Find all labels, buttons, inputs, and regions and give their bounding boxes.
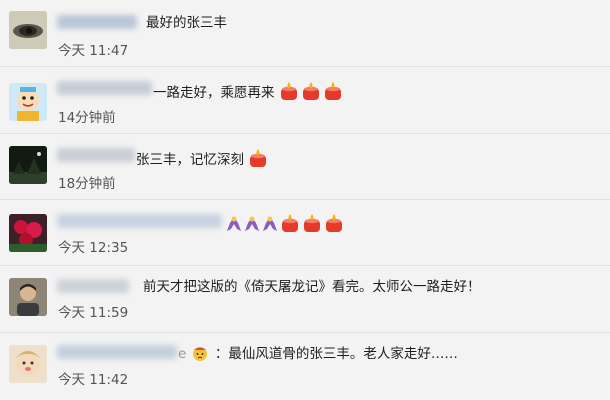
comment-text: 前天才把这版的《倚天屠龙记》看完。太师公一路走好！ <box>143 279 481 295</box>
candle-icon <box>279 81 299 106</box>
avatar-eye-image <box>9 11 47 49</box>
avatar[interactable] <box>9 11 47 49</box>
comment-item: e ：最仙风道骨的张三丰。老人家走好…… 今天 11:42 <box>0 333 610 400</box>
comment-feed: 最好的张三丰 今天 11:47 一路走好，乘愿再来 14分钟前 张三丰，记忆深刻… <box>0 0 610 400</box>
comment-item: 前天才把这版的《倚天屠龙记》看完。太师公一路走好！ 今天 11:59 <box>0 266 610 333</box>
avatar-baby-image <box>9 345 47 383</box>
candle-icon <box>302 213 322 238</box>
comment-text: 张三丰，记忆深刻 <box>136 152 244 168</box>
username-blurred[interactable] <box>57 15 137 29</box>
avatar[interactable] <box>9 83 47 121</box>
avatar-cartoon-image <box>9 83 47 121</box>
comment-text-wrap: e ：最仙风道骨的张三丰。老人家走好…… <box>178 344 458 367</box>
avatar[interactable] <box>9 214 47 252</box>
username-blurred[interactable] <box>57 81 152 95</box>
username-blurred[interactable] <box>57 345 177 359</box>
comment-time: 18分钟前 <box>58 176 116 192</box>
comment-text-wrap <box>226 213 346 238</box>
comment-item: 最好的张三丰 今天 11:47 <box>0 0 610 67</box>
comment-item: 张三丰，记忆深刻 18分钟前 <box>0 134 610 200</box>
username-blurred[interactable] <box>57 279 129 293</box>
comment-text-wrap: 张三丰，记忆深刻 <box>136 148 270 173</box>
crying-face-icon <box>191 344 209 367</box>
comment-time: 14分钟前 <box>58 110 116 126</box>
avatar[interactable] <box>9 146 47 184</box>
ribbon-icon <box>226 215 242 238</box>
candle-icon <box>324 213 344 238</box>
comment-time: 今天 11:59 <box>58 305 129 321</box>
username-suffix: e <box>178 346 187 362</box>
avatar[interactable] <box>9 345 47 383</box>
candle-icon <box>323 81 343 106</box>
ribbon-icon <box>244 215 260 238</box>
username-blurred[interactable] <box>57 148 135 162</box>
comment-text-wrap: 一路走好，乘愿再来 <box>153 81 345 106</box>
avatar-roses-image <box>9 214 47 252</box>
comment-time: 今天 11:42 <box>58 372 129 388</box>
avatar-dark-scene-image <box>9 146 47 184</box>
comment-text: 一路走好，乘愿再来 <box>153 85 275 101</box>
avatar[interactable] <box>9 278 47 316</box>
ribbon-icon <box>262 215 278 238</box>
comment-item: 一路走好，乘愿再来 14分钟前 <box>0 67 610 134</box>
username-blurred[interactable] <box>57 214 222 228</box>
comment-time: 今天 12:35 <box>58 240 129 256</box>
candle-icon <box>280 213 300 238</box>
avatar-man-image <box>9 278 47 316</box>
comment-text: 最好的张三丰 <box>146 15 227 31</box>
candle-icon <box>248 148 268 173</box>
candle-icon <box>301 81 321 106</box>
comment-time: 今天 11:47 <box>58 43 129 59</box>
comment-text: ：最仙风道骨的张三丰。老人家走好…… <box>214 346 458 362</box>
comment-item: 今天 12:35 <box>0 200 610 266</box>
